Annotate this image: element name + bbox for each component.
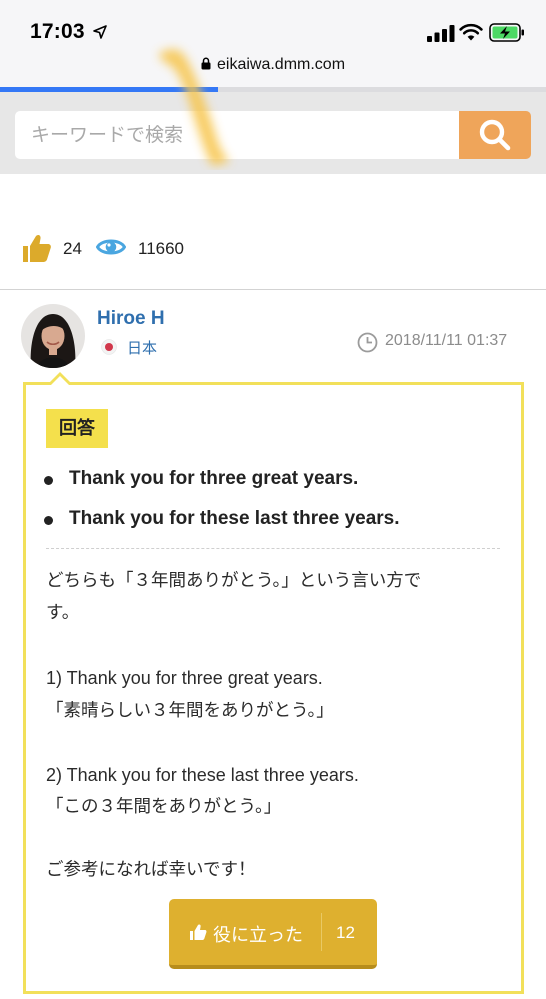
view-count: 11660 [138, 239, 185, 258]
search-bar [0, 92, 546, 174]
author-name-link[interactable]: Hiroe H [97, 308, 165, 330]
answer-body-line: どちらも「３年間ありがとう。」という言い方で [46, 571, 422, 591]
answer-body-line: 「この３年間をありがとう。」 [46, 797, 282, 817]
answer-badge: 回答 [46, 409, 108, 448]
japan-flag-icon [101, 339, 117, 355]
bullet-dot [44, 476, 53, 485]
answer-timestamp: 2018/11/11 01:37 [385, 332, 508, 349]
phrase-text: Thank you for these last three years. [69, 508, 400, 529]
avatar[interactable] [21, 304, 85, 368]
battery-charging-icon [489, 23, 524, 42]
answer-body-line: 1) Thank you for three great years. [46, 668, 323, 688]
phrase-text: Thank you for three great years. [69, 468, 359, 489]
search-button[interactable] [459, 111, 531, 159]
search-icon [479, 119, 511, 151]
helpful-label: 役に立った [213, 925, 303, 946]
answer-body-line: す。 [46, 603, 80, 623]
thumbs-up-icon [23, 234, 51, 262]
thumbs-up-icon [190, 924, 207, 940]
wifi-icon [459, 23, 483, 41]
helpful-button[interactable]: 役に立った 12 [169, 899, 377, 969]
card-pointer-fill [51, 376, 69, 385]
address-bar[interactable]: eikaiwa.dmm.com [0, 56, 546, 82]
author-country: 日本 [127, 339, 158, 357]
like-count: 24 [63, 239, 82, 258]
answer-body-line: ご参考になれば幸いです！ [46, 860, 256, 880]
dashed-divider [46, 548, 500, 549]
status-time: 17:03 [30, 20, 85, 43]
bullet-dot [44, 516, 53, 525]
browser-chrome: 17:03 eikaiwa.dmm.com [0, 0, 546, 92]
lock-icon [201, 57, 211, 70]
section-divider [0, 289, 546, 290]
answer-body-line: 2) Thank you for these last three years. [46, 765, 359, 785]
status-bar: 17:03 [0, 0, 546, 58]
signal-icon [427, 25, 455, 42]
eye-icon [96, 239, 126, 255]
helpful-count: 12 [336, 923, 355, 942]
search-input[interactable] [15, 111, 459, 159]
answer-body-line: 「素晴らしい３年間をありがとう。」 [46, 701, 334, 721]
url-text: eikaiwa.dmm.com [216, 56, 346, 73]
location-arrow-icon [93, 25, 107, 39]
helpful-separator [321, 913, 322, 951]
question-stats: 24 11660 [0, 226, 546, 270]
clock-icon [357, 332, 378, 353]
